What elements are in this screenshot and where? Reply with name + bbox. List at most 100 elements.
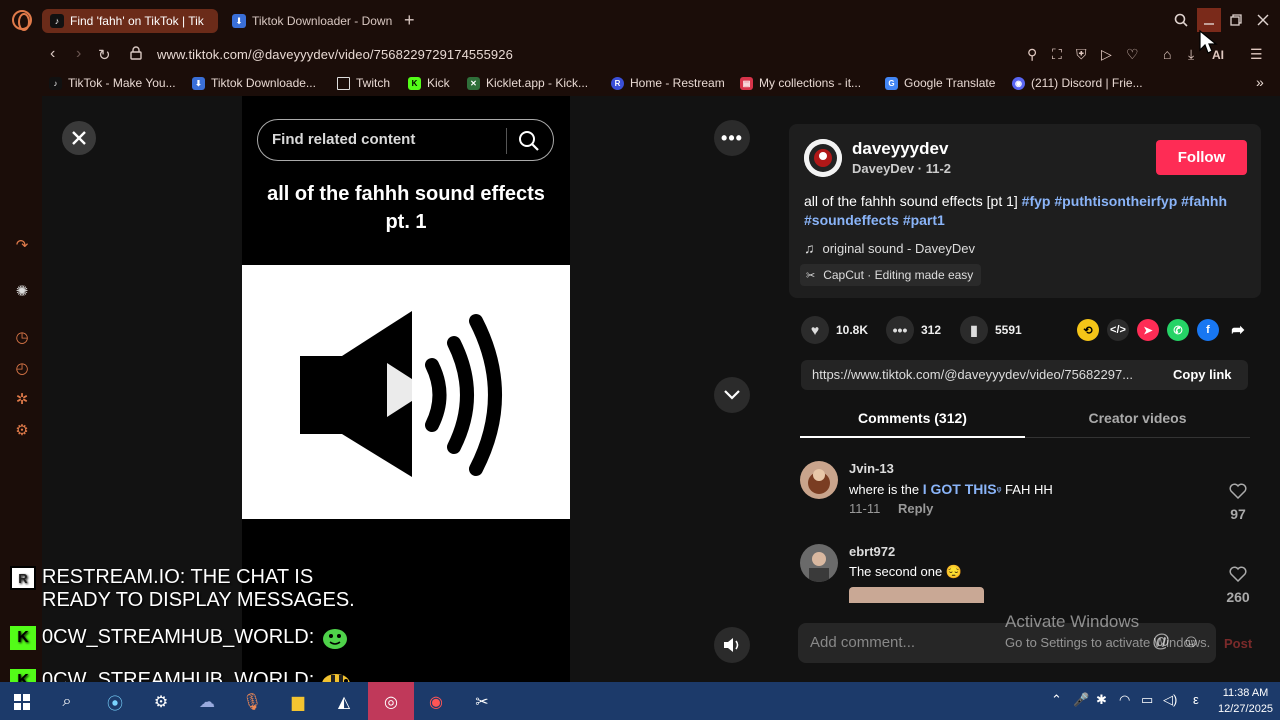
search-icon[interactable]: [518, 130, 540, 152]
bookmark-discord[interactable]: ◉ (211) Discord | Frie...: [1012, 76, 1143, 90]
post-comment-button[interactable]: Post: [1224, 636, 1252, 651]
copy-link-button[interactable]: Copy link: [1173, 367, 1232, 382]
whatsapp-icon[interactable]: ✆: [1167, 319, 1189, 341]
wallet-icon[interactable]: ⌂: [1163, 46, 1171, 62]
back-icon[interactable]: ‹: [50, 45, 55, 63]
hashtag-link[interactable]: #fahhh: [1181, 193, 1227, 209]
send-icon[interactable]: ➤: [1137, 319, 1159, 341]
repost-icon[interactable]: ⟲: [1077, 319, 1099, 341]
language-indicator[interactable]: ε: [1193, 692, 1199, 707]
wifi-tray-icon[interactable]: ◠: [1119, 692, 1130, 708]
comment-like-button[interactable]: 97: [1226, 483, 1250, 522]
shield-icon[interactable]: ⛨: [1076, 46, 1087, 63]
settings-icon[interactable]: ⚙: [13, 421, 31, 439]
cloud-app-icon[interactable]: ☁: [196, 691, 218, 713]
file-explorer-icon[interactable]: ▆: [287, 691, 309, 713]
taskbar-clock[interactable]: 11:38 AM 12/27/2025: [1218, 685, 1273, 717]
hashtag-link[interactable]: #soundeffects: [804, 212, 899, 228]
next-video-button[interactable]: [714, 377, 750, 413]
tab-tiktok-search[interactable]: ♪ Find 'fahh' on TikTok | Tik: [42, 9, 218, 33]
tab-creator-videos[interactable]: Creator videos: [1025, 410, 1250, 438]
bluetooth-tray-icon[interactable]: ✱: [1096, 692, 1107, 708]
related-search-input[interactable]: Find related content: [272, 131, 415, 148]
aria-icon[interactable]: ↷: [13, 236, 31, 254]
broadcast-icon[interactable]: ⦿: [104, 691, 126, 713]
pin-icon[interactable]: ⚲: [1027, 46, 1037, 63]
video-frame[interactable]: [242, 265, 570, 519]
opera-logo-icon[interactable]: [12, 10, 32, 31]
lock-icon[interactable]: [130, 46, 142, 65]
commenter-avatar[interactable]: [800, 461, 838, 499]
app-icon[interactable]: ◭: [333, 691, 355, 713]
gear-app-icon[interactable]: ⚙: [150, 691, 172, 713]
comment-search-link[interactable]: I GOT THIS: [923, 481, 997, 497]
share-more-icon[interactable]: ➦: [1227, 319, 1249, 341]
comment-image[interactable]: [849, 587, 984, 603]
bookmark-kick[interactable]: K Kick: [408, 76, 450, 90]
add-comment-input[interactable]: Add comment...: [810, 634, 915, 651]
bookmark-restream[interactable]: R Home - Restream: [611, 76, 725, 90]
play-icon[interactable]: ▷: [1101, 46, 1112, 63]
comment-like-button[interactable]: 260: [1226, 566, 1250, 605]
menu-icon[interactable]: ☰: [1250, 46, 1263, 63]
music-link[interactable]: ♫ original sound - DaveyDev: [804, 240, 975, 256]
forward-icon[interactable]: ›: [76, 45, 81, 63]
battery-tray-icon[interactable]: ▭: [1141, 692, 1153, 708]
save-button[interactable]: ▮ 5591: [960, 316, 1022, 344]
mic-tray-icon[interactable]: 🎤: [1073, 692, 1089, 708]
chatgpt-icon[interactable]: ✺: [13, 282, 31, 300]
bookmark-google-translate[interactable]: G Google Translate: [885, 76, 995, 90]
windows-start-icon[interactable]: [11, 691, 33, 713]
opera-taskbar-icon[interactable]: ◎: [380, 691, 402, 713]
history-icon[interactable]: ◴: [13, 359, 31, 377]
capcut-taskbar-icon[interactable]: ✂: [471, 691, 493, 713]
downloads-icon[interactable]: ⤓: [1188, 46, 1194, 63]
search-icon[interactable]: ⌕: [56, 691, 78, 713]
new-tab-button[interactable]: +: [404, 10, 415, 31]
search-tabs-icon[interactable]: [1169, 8, 1193, 32]
related-search-box[interactable]: Find related content: [257, 119, 554, 161]
reply-button[interactable]: Reply: [898, 501, 933, 516]
close-video-button[interactable]: [62, 121, 96, 155]
follow-button[interactable]: Follow: [1156, 140, 1247, 175]
share-link-text[interactable]: https://www.tiktok.com/@daveyyydev/video…: [812, 367, 1158, 382]
reload-icon[interactable]: ↻: [98, 46, 111, 64]
capcut-link[interactable]: ✂ CapCut · Editing made easy: [800, 264, 982, 286]
bookmarks-overflow-icon[interactable]: »: [1256, 74, 1264, 90]
extensions-icon[interactable]: ✲: [13, 390, 31, 408]
facebook-icon[interactable]: f: [1197, 319, 1219, 341]
commenter-avatar[interactable]: [800, 544, 838, 582]
author-avatar[interactable]: [804, 139, 842, 177]
bookmarks-bar: ♪ TikTok - Make You... ⬇ Tiktok Download…: [0, 72, 1280, 96]
volume-tray-icon[interactable]: ◁): [1163, 692, 1177, 708]
comment-button[interactable]: ••• 312: [886, 316, 941, 344]
mouse-cursor-icon: [1199, 29, 1218, 54]
more-options-button[interactable]: •••: [714, 120, 750, 156]
commenter-name[interactable]: ebrt972: [849, 544, 895, 559]
bookmark-collections[interactable]: ▤ My collections - it...: [740, 76, 861, 90]
author-username[interactable]: daveyyydev: [852, 139, 948, 159]
restore-button[interactable]: [1224, 8, 1248, 32]
tray-overflow-icon[interactable]: ⌃: [1051, 692, 1062, 708]
like-button[interactable]: ♥ 10.8K: [801, 316, 868, 344]
bookmark-kicklet[interactable]: ✕ Kicklet.app - Kick...: [467, 76, 588, 90]
bookmark-label: Twitch: [356, 76, 391, 90]
close-window-button[interactable]: [1251, 8, 1275, 32]
hashtag-link[interactable]: #part1: [903, 212, 945, 228]
embed-icon[interactable]: </>: [1107, 319, 1129, 341]
tab-tiktok-downloader[interactable]: ⬇ Tiktok Downloader - Down: [224, 9, 396, 33]
hashtag-link[interactable]: #puthtisontheirfyp: [1054, 193, 1177, 209]
bookmark-tiktok[interactable]: ♪ TikTok - Make You...: [49, 76, 176, 90]
bookmark-twitch[interactable]: Twitch: [337, 76, 390, 90]
url-input[interactable]: www.tiktok.com/@daveyyydev/video/7568229…: [157, 47, 513, 62]
bookmark-tiktok-downloader[interactable]: ⬇ Tiktok Downloade...: [192, 76, 316, 90]
microphone-app-icon[interactable]: 🎙: [241, 691, 263, 713]
heart-icon[interactable]: ♡: [1126, 46, 1139, 63]
snapshot-icon[interactable]: ⛶: [1052, 46, 1062, 63]
player-icon[interactable]: ◷: [13, 328, 31, 346]
commenter-name[interactable]: Jvin-13: [849, 461, 894, 476]
obs-icon[interactable]: ◉: [425, 691, 447, 713]
hashtag-link[interactable]: #fyp: [1022, 193, 1051, 209]
tab-comments[interactable]: Comments (312): [800, 410, 1025, 438]
volume-button[interactable]: [714, 627, 750, 663]
